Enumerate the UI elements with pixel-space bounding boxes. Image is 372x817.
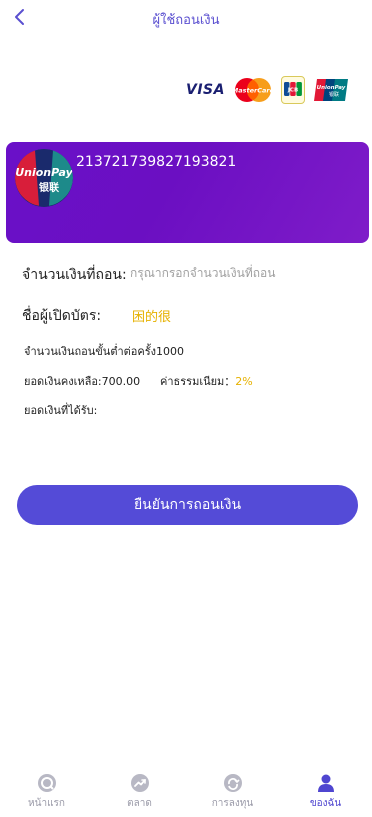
received-label: ยอดเงินที่ได้รับ: [24, 404, 98, 417]
min-withdraw-text: จำนวนเงินถอนขั้นต่ำต่อครั้ง1000 [24, 345, 185, 358]
holder-name-value: 困的很 [132, 310, 172, 325]
card-number: 213721739827193821 [76, 154, 237, 170]
svg-text:UnionPay: UnionPay [317, 85, 346, 91]
user-icon [317, 774, 334, 792]
fee-label: ค่าธรรมเนียม： [160, 375, 236, 388]
bottom-tab-bar: หน้าแรก ตลาด การลงทุน ของฉัน [0, 765, 372, 817]
svg-text:银联: 银联 [39, 181, 59, 194]
tab-label-home: หน้าแรก [28, 798, 65, 809]
confirm-withdraw-button[interactable]: ยืนยันการถอนเงิน [17, 485, 358, 525]
balance-text: ยอดเงินคงเหลือ:700.00 [24, 375, 141, 388]
tab-home[interactable]: หน้าแรก [0, 765, 93, 817]
tab-label-mine: ของฉัน [309, 798, 342, 809]
amount-input[interactable] [130, 262, 280, 284]
home-icon [37, 774, 56, 792]
tab-mine[interactable]: ของฉัน [279, 765, 372, 817]
unionpay-logo: UnionPay 银联 [313, 78, 348, 102]
page-title: ผู้ใช้ถอนเงิน [152, 13, 220, 28]
svg-text:UnionPay: UnionPay [15, 166, 73, 179]
svg-text:银联: 银联 [329, 91, 339, 98]
tab-label-market: ตลาด [127, 798, 152, 809]
fee-value: 2% [235, 375, 253, 388]
mastercard-logo: MasterCard [232, 77, 275, 103]
market-trend-icon [130, 774, 149, 792]
header: ผู้ใช้ถอนเงิน [0, 0, 372, 36]
unionpay-card-logo: UnionPay 银联 [15, 149, 73, 207]
fee-info: ค่าธรรมเนียม：2% [160, 372, 253, 390]
card-brand-logos: VISA MasterCard JCB UnionPay 银联 [186, 76, 348, 104]
jcb-logo: JCB [280, 76, 305, 104]
amount-label: จำนวนเงินที่ถอน: [22, 267, 127, 283]
holder-label: ชื่อผู้เปิดบัตร: [22, 308, 102, 324]
tab-label-investment: การลงทุน [211, 798, 254, 809]
investment-icon [223, 774, 242, 792]
svg-text:JCB: JCB [287, 88, 298, 94]
bank-card: UnionPay 银联 213721739827193821 [6, 142, 369, 243]
tab-market[interactable]: ตลาด [93, 765, 186, 817]
tab-investment[interactable]: การลงทุน [186, 765, 279, 817]
svg-text:MasterCard: MasterCard [234, 87, 272, 95]
visa-logo: VISA [186, 82, 225, 98]
